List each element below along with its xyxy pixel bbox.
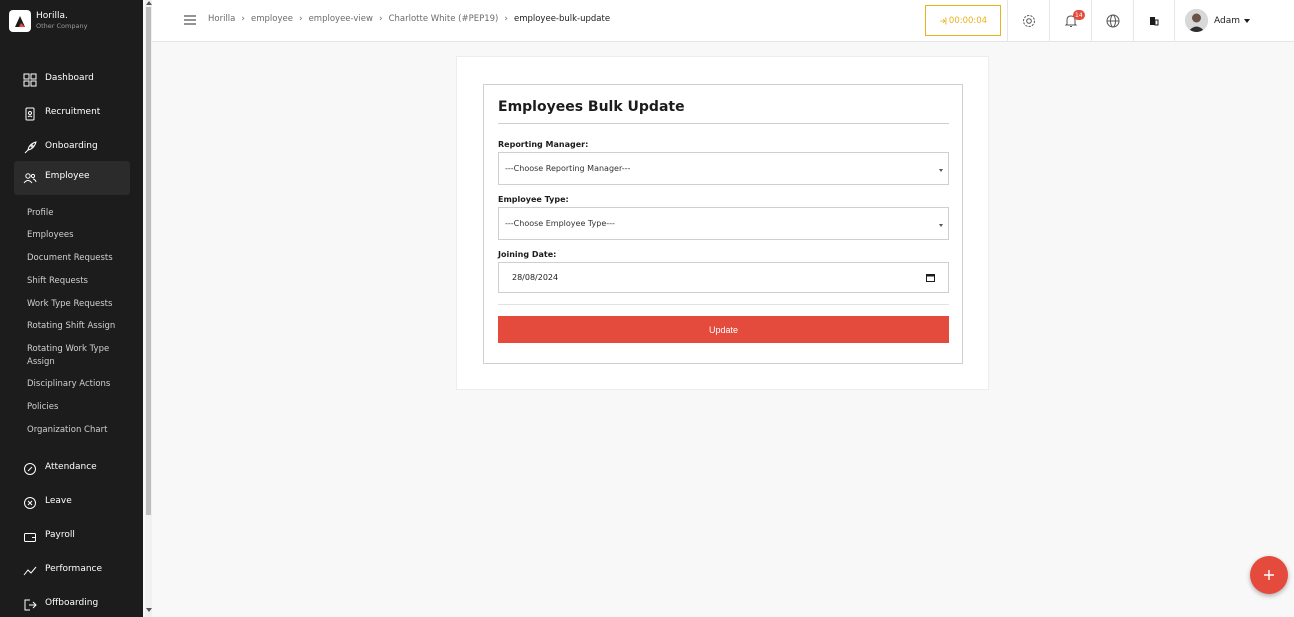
sub-item-shift-requests[interactable]: Shift Requests: [27, 275, 127, 288]
sidebar-item-label: Offboarding: [45, 597, 99, 608]
breadcrumb-separator: ›: [298, 14, 303, 24]
sidebar-item-label: Attendance: [45, 461, 97, 472]
divider: [498, 304, 949, 305]
sidebar-item-dashboard[interactable]: Dashboard: [14, 63, 130, 97]
breadcrumb-item[interactable]: employee-view: [309, 14, 373, 24]
dashboard-icon: [22, 72, 38, 88]
sidebar-item-recruitment[interactable]: Recruitment: [14, 97, 130, 131]
sidebar-item-offboarding[interactable]: Offboarding: [14, 588, 130, 617]
breadcrumb: Horilla › employee › employee-view › Cha…: [208, 14, 610, 24]
sidebar-item-label: Dashboard: [45, 72, 94, 83]
sidebar-item-label: Employee: [45, 170, 90, 181]
rocket-icon: [22, 140, 38, 156]
chevron-down-icon: [1244, 18, 1250, 23]
dropdown-arrow-icon: [939, 169, 943, 172]
dropdown-arrow-icon: [939, 224, 943, 227]
breadcrumb-separator: ›: [241, 14, 245, 24]
sub-item-disciplinary-actions[interactable]: Disciplinary Actions: [27, 378, 127, 391]
breadcrumb-current: employee-bulk-update: [513, 14, 611, 24]
plus-icon: [1264, 570, 1274, 580]
wallet-icon: [22, 529, 38, 545]
user-menu[interactable]: Adam: [1185, 9, 1250, 32]
company-switch-button[interactable]: [1133, 0, 1175, 42]
attendance-icon: [22, 461, 38, 477]
sidebar-item-label: Leave: [45, 495, 72, 506]
exit-icon: [22, 597, 38, 613]
update-button[interactable]: Update: [498, 316, 949, 343]
scrollbar-thumb[interactable]: [146, 7, 151, 515]
reporting-manager-value: ---Choose Reporting Manager---: [505, 164, 631, 173]
brand-company: Other Company: [36, 22, 88, 31]
joining-date-value: 28/08/2024: [512, 273, 559, 282]
sub-item-document-requests[interactable]: Document Requests: [27, 252, 127, 265]
sub-item-profile[interactable]: Profile: [27, 207, 127, 220]
sidebar-item-employee[interactable]: Employee: [14, 161, 130, 195]
sidebar-item-leave[interactable]: Leave: [14, 486, 130, 520]
form-title: Employees Bulk Update: [498, 99, 685, 115]
sidebar-item-attendance[interactable]: Attendance: [14, 452, 130, 486]
user-name: Adam: [1214, 15, 1240, 26]
calendar-icon[interactable]: [926, 273, 935, 282]
sidebar-item-label: Performance: [45, 563, 103, 574]
employee-type-label: Employee Type:: [498, 195, 569, 204]
sub-item-policies[interactable]: Policies: [27, 401, 127, 414]
sub-item-rotating-shift-assign[interactable]: Rotating Shift Assign: [27, 320, 127, 333]
sidebar-item-label: Onboarding: [45, 140, 98, 151]
divider: [498, 123, 949, 124]
breadcrumb-separator: ›: [504, 14, 508, 24]
sidebar-item-payroll[interactable]: Payroll: [14, 520, 130, 554]
reporting-manager-select[interactable]: ---Choose Reporting Manager---: [498, 152, 949, 185]
globe-icon: [1106, 14, 1119, 28]
notifications-button[interactable]: 14: [1049, 0, 1091, 42]
clock-in-timer-button[interactable]: 00:00:04: [925, 5, 1001, 36]
timer-value: 00:00:04: [948, 15, 988, 26]
recruitment-icon: [22, 106, 38, 122]
breadcrumb-item[interactable]: Charlotte White (#PEP19): [389, 14, 499, 24]
notification-badge: 14: [1073, 10, 1085, 20]
sub-item-organization-chart[interactable]: Organization Chart: [27, 424, 127, 437]
gear-icon: [1022, 15, 1035, 27]
sign-in-icon: [939, 17, 947, 24]
sub-item-rotating-work-type-assign[interactable]: Rotating Work Type Assign: [27, 343, 122, 369]
scroll-down-arrow-icon[interactable]: [146, 608, 152, 612]
language-button[interactable]: [1091, 0, 1133, 42]
breadcrumb-separator: ›: [378, 14, 383, 24]
top-header: Horilla › employee › employee-view › Cha…: [152, 0, 1294, 42]
hamburger-menu-icon[interactable]: [184, 15, 196, 25]
bulk-update-card: Employees Bulk Update Reporting Manager:…: [456, 56, 989, 390]
avatar: [1185, 9, 1208, 32]
brand-name: Horilla.: [36, 11, 68, 22]
bulk-update-form: Employees Bulk Update Reporting Manager:…: [483, 84, 963, 364]
employee-type-value: ---Choose Employee Type---: [505, 219, 615, 228]
people-icon: [22, 170, 38, 186]
sidebar: Horilla. Other Company Dashboard Recruit…: [0, 0, 143, 617]
employee-type-select[interactable]: ---Choose Employee Type---: [498, 207, 949, 240]
trend-icon: [22, 563, 38, 579]
sidebar-scrollbar[interactable]: [145, 0, 152, 617]
sub-item-employees[interactable]: Employees: [27, 229, 127, 242]
settings-button[interactable]: [1007, 0, 1049, 42]
reporting-manager-label: Reporting Manager:: [498, 140, 589, 149]
horilla-logo-icon: [9, 10, 31, 32]
joining-date-input[interactable]: 28/08/2024: [498, 262, 949, 293]
building-icon: [1150, 17, 1159, 26]
sidebar-item-onboarding[interactable]: Onboarding: [14, 131, 130, 165]
sidebar-item-label: Payroll: [45, 529, 75, 540]
quick-add-button[interactable]: [1250, 556, 1288, 594]
breadcrumb-item[interactable]: Horilla: [208, 14, 235, 24]
joining-date-label: Joining Date:: [498, 250, 557, 259]
sub-item-work-type-requests[interactable]: Work Type Requests: [27, 298, 127, 311]
breadcrumb-item[interactable]: employee: [251, 14, 293, 24]
brand[interactable]: Horilla. Other Company: [9, 9, 87, 33]
leave-icon: [22, 495, 38, 511]
sidebar-item-performance[interactable]: Performance: [14, 554, 130, 588]
sidebar-item-label: Recruitment: [45, 106, 101, 117]
